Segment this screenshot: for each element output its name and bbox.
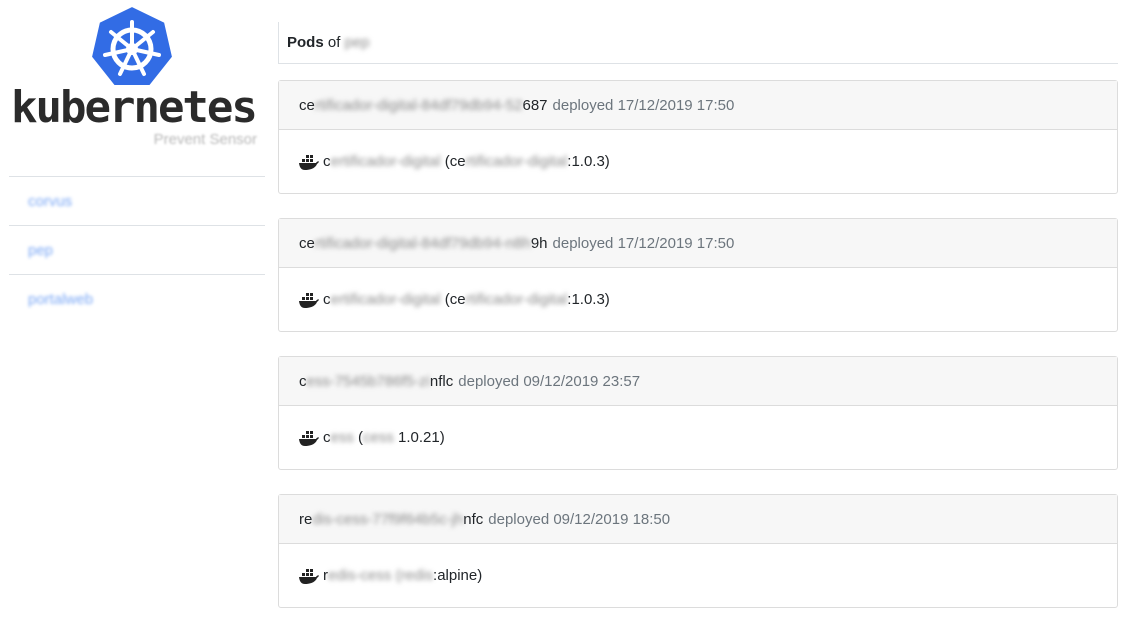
pod-deployed-time: deployed 09/12/2019 23:57 <box>458 372 641 390</box>
docker-whale-icon <box>299 154 319 170</box>
pod-card: certificador-digital-84df79db94-52687 de… <box>278 80 1118 194</box>
container-info: redis-cess (redis:alpine) <box>323 567 483 584</box>
pod-deployed-time: deployed 17/12/2019 17:50 <box>552 96 735 114</box>
pod-list: certificador-digital-84df79db94-52687 de… <box>278 80 1118 608</box>
sidebar-item-corvus[interactable]: corvus <box>9 177 265 226</box>
docker-whale-icon <box>299 430 319 446</box>
container-info: cess (cess 1.0.21) <box>323 429 445 446</box>
pod-card: certificador-digital-84df79db94-n8h9h de… <box>278 218 1118 332</box>
pod-card-body: redis-cess (redis:alpine) <box>279 544 1117 607</box>
pod-card-header: redis-cess-77f9f64b5c-jhnfc deployed 09/… <box>279 495 1117 544</box>
sidebar-item-label: corvus <box>28 192 73 210</box>
namespace-name: pep <box>344 34 370 51</box>
pod-name: redis-cess-77f9f64b5c-jhnfc <box>299 510 484 528</box>
sidebar-item-portalweb[interactable]: portalweb <box>9 275 265 323</box>
pod-deployed-time: deployed 17/12/2019 17:50 <box>552 234 735 252</box>
docker-whale-icon <box>299 568 319 584</box>
pod-card: cess-7545b786f5-zinflc deployed 09/12/20… <box>278 356 1118 470</box>
pod-card-body: cess (cess 1.0.21) <box>279 406 1117 469</box>
sidebar-item-pep[interactable]: pep <box>9 226 265 275</box>
sidebar-item-label: pep <box>28 241 54 259</box>
main-content: Pods of pep certificador-digital-84df79d… <box>278 22 1118 608</box>
pod-card-header: certificador-digital-84df79db94-52687 de… <box>279 81 1117 130</box>
sidebar-item-label: portalweb <box>28 290 94 308</box>
brand-name: kubernetes <box>11 82 258 133</box>
pod-card-header: certificador-digital-84df79db94-n8h9h de… <box>279 219 1117 268</box>
pod-card: redis-cess-77f9f64b5c-jhnfc deployed 09/… <box>278 494 1118 608</box>
pod-card-body: certificador-digital (certificador-digit… <box>279 130 1117 193</box>
pod-name: certificador-digital-84df79db94-52687 <box>299 96 548 114</box>
page-title: Pods of pep <box>278 22 1118 64</box>
pod-card-header: cess-7545b786f5-zinflc deployed 09/12/20… <box>279 357 1117 406</box>
docker-whale-icon <box>299 292 319 308</box>
kubernetes-logo-icon[interactable] <box>89 4 175 90</box>
pod-name: cess-7545b786f5-zinflc <box>299 372 454 390</box>
sidebar: kubernetes Prevent Sensor corvus pep por… <box>9 0 265 620</box>
logo-area: kubernetes Prevent Sensor <box>9 0 265 177</box>
pod-deployed-time: deployed 09/12/2019 18:50 <box>488 510 671 528</box>
container-info: certificador-digital (certificador-digit… <box>323 291 610 308</box>
pod-name: certificador-digital-84df79db94-n8h9h <box>299 234 548 252</box>
pod-card-body: certificador-digital (certificador-digit… <box>279 268 1117 331</box>
container-info: certificador-digital (certificador-digit… <box>323 153 610 170</box>
title-prefix: Pods <box>287 34 324 51</box>
title-of: of <box>327 34 341 51</box>
brand-subtitle: Prevent Sensor <box>153 131 257 148</box>
